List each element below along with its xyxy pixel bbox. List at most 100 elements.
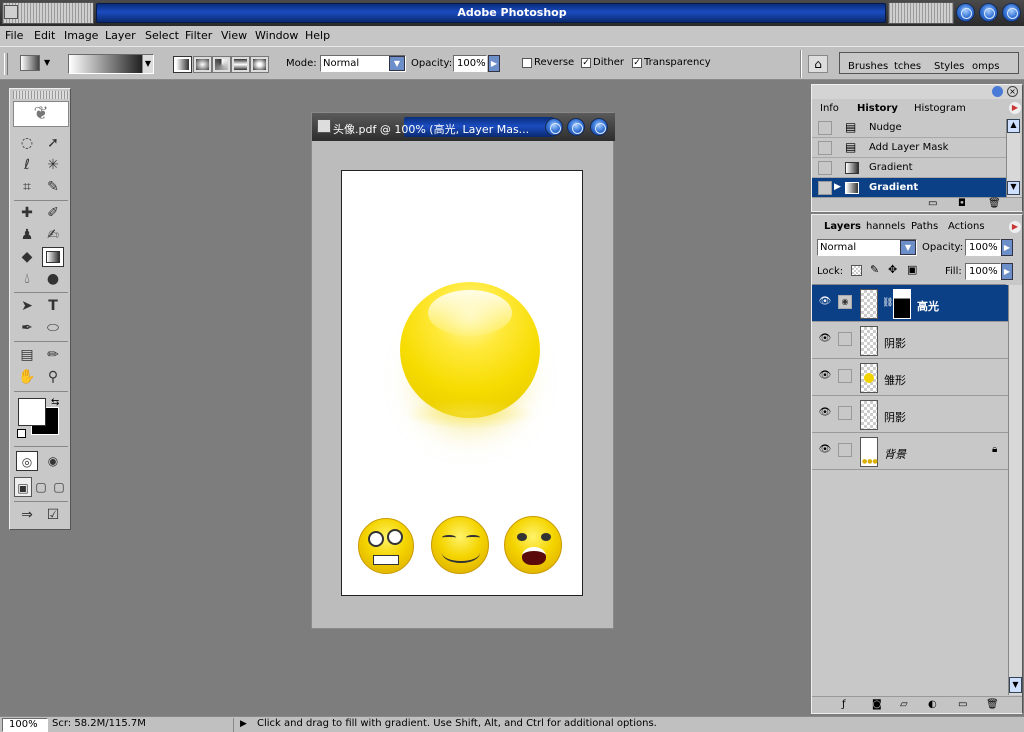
history-scrollbar[interactable]: ▲ ▼ [1006,119,1020,197]
shape-tool-icon[interactable]: ⬭ [42,318,64,338]
layers-scroll-down-icon[interactable]: ▼ [1009,677,1022,693]
menu-image[interactable]: Image [64,29,98,42]
palette-tab-brushes[interactable]: Brushes [848,61,888,72]
opacity-slider-icon[interactable]: ▶ [488,55,500,72]
layer-row[interactable]: 👁︎ 雏形 [812,359,1008,396]
visibility-eye-icon[interactable]: 👁︎ [818,408,832,418]
tool-preset-icon[interactable] [20,55,40,71]
radial-gradient-button[interactable] [193,56,212,73]
menu-window[interactable]: Window [255,29,298,42]
gradient-dropdown-icon[interactable]: ▼ [142,55,153,73]
new-document-from-state-icon[interactable]: ▭ [928,198,937,209]
history-source-box[interactable] [818,141,832,155]
history-source-box[interactable] [818,161,832,175]
history-item[interactable]: Gradient [812,158,1006,178]
layer-row[interactable]: 👁︎ 阴影 [812,396,1008,433]
layer-row[interactable]: 👁︎ ●●● 背景 🔒︎ [812,433,1008,470]
fill-input[interactable]: 100% [965,263,1001,280]
layer-link-box[interactable] [838,369,852,383]
swap-colors-icon[interactable]: ⇆ [51,397,59,408]
lock-all-icon[interactable]: ▣ [907,263,917,276]
add-mask-icon[interactable]: ◙ [872,699,882,710]
new-group-icon[interactable]: ▱ [900,699,908,710]
lock-transparency-icon[interactable] [851,265,862,276]
image-canvas[interactable] [341,170,583,596]
close-button[interactable] [1002,3,1021,22]
layers-scrollbar[interactable]: ▼ [1008,285,1022,695]
history-source-box[interactable] [818,181,832,195]
scroll-down-icon[interactable]: ▼ [1007,181,1020,195]
jump-to-imageready-icon[interactable]: ⇒ [16,505,38,525]
layer-mask-thumbnail[interactable] [893,289,911,319]
menu-view[interactable]: View [221,29,247,42]
default-colors-icon[interactable] [17,429,26,438]
tab-paths[interactable]: Paths [911,221,938,232]
blur-tool-icon[interactable]: 💧︎ [16,269,38,289]
visibility-eye-icon[interactable]: 👁︎ [818,297,832,307]
adjustment-layer-icon[interactable]: ◐ [928,699,937,710]
layer-mask-link-icon[interactable]: ◉ [838,295,852,309]
minimize-button[interactable] [956,3,975,22]
history-menu-icon[interactable]: ▶ [1009,102,1021,114]
visibility-eye-icon[interactable]: 👁︎ [818,445,832,455]
tab-actions[interactable]: Actions [948,221,985,232]
panel-minimize-icon[interactable] [992,86,1003,97]
gradient-tool-icon[interactable] [42,247,64,267]
zoom-tool-icon[interactable]: ⚲ [42,367,64,387]
hand-tool-icon[interactable]: ✋ [16,367,38,387]
full-screen-menu-mode-icon[interactable]: ▢ [32,477,50,497]
layer-opacity-input[interactable]: 100% [965,239,1001,256]
tab-histogram[interactable]: Histogram [914,103,966,114]
menu-filter[interactable]: Filter [185,29,212,42]
palette-tab-comps[interactable]: omps [972,61,999,72]
clone-stamp-tool-icon[interactable]: ♟ [16,225,38,245]
eraser-tool-icon[interactable]: ◆ [16,247,38,267]
visibility-eye-icon[interactable]: 👁︎ [818,371,832,381]
lasso-tool-icon[interactable]: ℓ [16,155,38,175]
delete-layer-icon[interactable]: 🗑︎ [986,699,999,710]
history-brush-tool-icon[interactable]: ✍ [42,225,64,245]
reverse-checkbox[interactable] [522,58,532,68]
transparency-checkbox[interactable]: ✓ [632,58,642,68]
slice-tool-icon[interactable]: ✎ [42,177,64,197]
tab-info[interactable]: Info [820,103,839,114]
menu-layer[interactable]: Layer [105,29,136,42]
standard-screen-mode-icon[interactable]: ▣ [14,477,32,497]
magic-wand-tool-icon[interactable]: ✳ [42,155,64,175]
marquee-tool-icon[interactable]: ◌ [16,133,38,153]
move-tool-icon[interactable]: ➚ [42,133,64,153]
layer-style-icon[interactable]: ƒ [842,699,846,710]
angle-gradient-button[interactable] [212,56,231,73]
history-panel-header[interactable]: × [812,85,1022,99]
new-layer-icon[interactable]: ▭ [958,699,967,710]
pen-tool-icon[interactable]: ✒ [16,318,38,338]
tab-history[interactable]: History [857,103,898,114]
menu-help[interactable]: Help [305,29,330,42]
history-item-selected[interactable]: ▶ Gradient [812,178,1006,198]
layer-row-selected[interactable]: 👁︎ ◉ ⛓ 高光 [812,285,1008,322]
crop-tool-icon[interactable]: ⌗ [16,177,38,197]
lock-image-icon[interactable]: ✎ [870,263,879,276]
maximize-button[interactable] [979,3,998,22]
zoom-field[interactable]: 100% [2,718,48,732]
dodge-tool-icon[interactable]: ● [42,269,64,289]
status-menu-arrow-icon[interactable]: ▶ [240,719,247,729]
file-browser-icon[interactable]: ⌂ [808,55,828,73]
mode-dropdown-icon[interactable]: ▼ [389,56,405,71]
brush-tool-icon[interactable]: ✐ [42,203,64,223]
document-title-bar[interactable]: 头像.pdf @ 100% (高光, Layer Mas... [312,113,615,141]
tab-channels[interactable]: hannels [866,221,905,232]
blend-dropdown-icon[interactable]: ▼ [900,240,916,255]
doc-close-button[interactable] [590,118,608,136]
linear-gradient-button[interactable] [173,56,192,73]
palette-tab-styles[interactable]: Styles [934,61,964,72]
layer-name[interactable]: 阴影 [884,409,906,425]
scroll-up-icon[interactable]: ▲ [1007,119,1020,133]
fill-slider-icon[interactable]: ▶ [1001,263,1013,280]
layer-link-box[interactable] [838,406,852,420]
toolbox-grip[interactable] [13,91,69,99]
opacity-input[interactable]: 100% [453,55,487,72]
quick-mask-mode-icon[interactable]: ◉ [42,451,64,471]
doc-maximize-button[interactable] [567,118,585,136]
palette-tab-swatches[interactable]: tches [894,61,921,72]
